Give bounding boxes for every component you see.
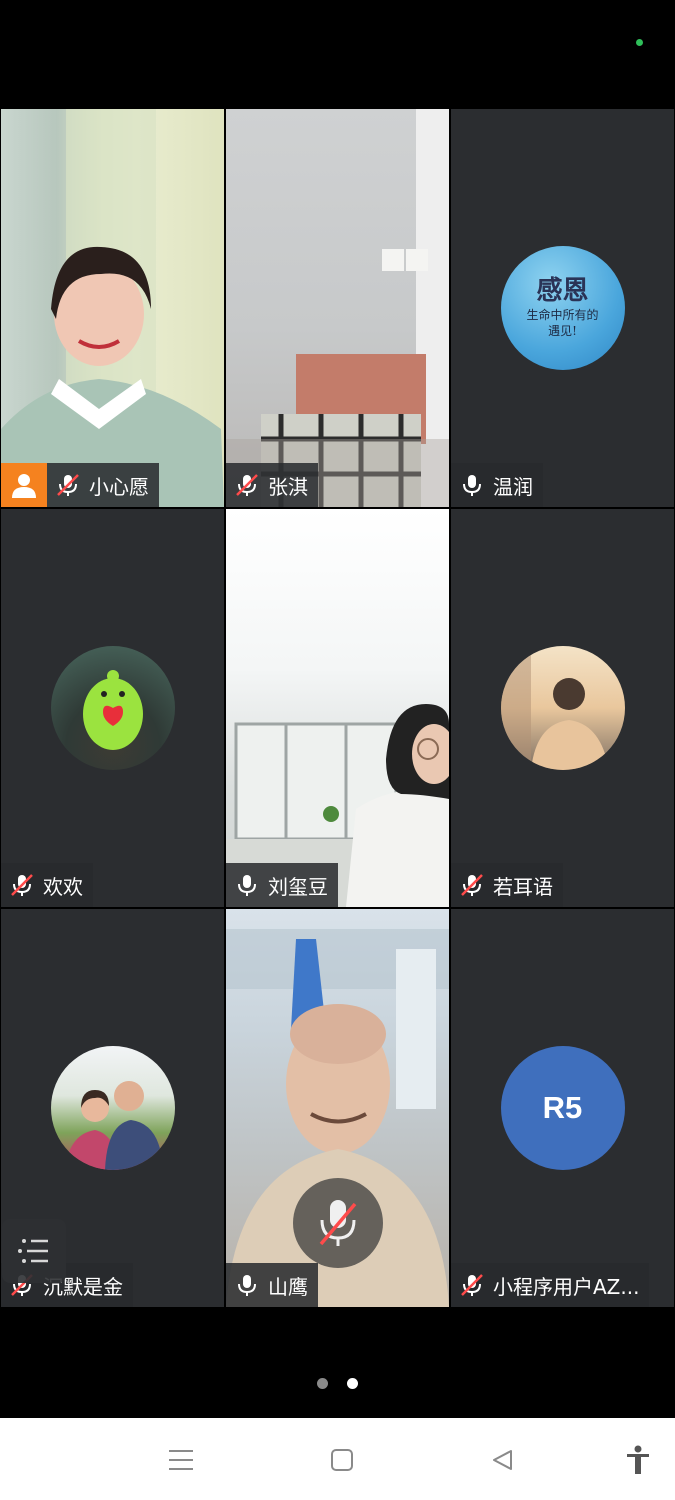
mic-icon	[463, 475, 481, 496]
participant-tile-2[interactable]: 张淇	[226, 109, 449, 507]
participant-name: 山鹰	[268, 1274, 308, 1299]
page-dot-2-current[interactable]	[347, 1378, 358, 1389]
menu-button[interactable]	[161, 1440, 201, 1480]
status-indicator-dot	[636, 39, 643, 46]
back-button[interactable]	[483, 1440, 523, 1480]
avatar	[50, 646, 175, 770]
avatar-initials: R5	[500, 1046, 625, 1170]
participant-tile-1[interactable]: 小心愿	[1, 109, 224, 507]
participant-name: 若耳语	[493, 874, 553, 899]
participant-tile-6[interactable]: 若耳语	[451, 509, 674, 907]
mic-muted-icon	[461, 1274, 483, 1296]
participant-nameplate: 欢欢	[1, 863, 93, 907]
back-triangle-icon	[493, 1450, 512, 1470]
participant-tile-4[interactable]: 欢欢	[1, 509, 224, 907]
avatar	[500, 646, 625, 770]
participant-name: 小心愿	[89, 474, 149, 499]
home-button[interactable]	[322, 1440, 362, 1480]
accessibility-icon	[627, 1445, 649, 1474]
participant-nameplate: 小心愿	[47, 463, 159, 507]
participant-nameplate: 刘玺豆	[226, 863, 338, 907]
video-feed	[226, 509, 449, 907]
couple-photo-image	[64, 1081, 163, 1170]
page-indicator	[0, 1378, 675, 1389]
home-square-icon	[331, 1449, 353, 1471]
participant-nameplate: 温润	[451, 463, 543, 507]
green-toy-image	[82, 670, 143, 750]
person-icon	[12, 474, 36, 498]
participant-nameplate: 若耳语	[451, 863, 563, 907]
list-icon	[18, 1239, 48, 1263]
system-navigation-bar	[0, 1418, 675, 1500]
avatar: 感恩 生命中所有的 遇见!	[500, 246, 625, 370]
floating-mic-toggle[interactable]	[293, 1178, 383, 1268]
participant-nameplate: 山鹰	[226, 1263, 318, 1307]
video-feed	[1, 109, 224, 507]
participant-name: 欢欢	[43, 874, 83, 899]
avatar	[50, 1046, 175, 1170]
mic-muted-icon	[11, 874, 33, 896]
participant-tile-5[interactable]: 刘玺豆	[226, 509, 449, 907]
avatar-title: 感恩	[536, 275, 589, 306]
participant-nameplate: 张淇	[226, 463, 318, 507]
participant-name: 温润	[493, 474, 533, 499]
accessibility-button[interactable]	[618, 1440, 658, 1480]
mic-muted-icon	[461, 874, 483, 896]
video-grid: 小心愿 张淇 感恩 生命中所有的 遇见! 温润 欢欢 刘玺豆 若耳语 沉默是金 …	[0, 108, 675, 1308]
avatar-line-2: 遇见!	[548, 323, 577, 338]
participant-name: 张淇	[268, 474, 308, 499]
participant-name: 刘玺豆	[268, 874, 328, 899]
participant-tile-3[interactable]: 感恩 生命中所有的 遇见! 温润	[451, 109, 674, 507]
menu-icon	[169, 1450, 193, 1470]
mic-muted-icon	[236, 474, 258, 496]
mic-muted-icon	[57, 474, 79, 496]
participant-tile-9[interactable]: R5 小程序用户AZ...	[451, 909, 674, 1307]
participant-list-button[interactable]	[2, 1219, 66, 1283]
avatar-line-1: 生命中所有的	[526, 307, 599, 322]
host-badge	[1, 463, 47, 507]
woman-at-sunset-image	[500, 646, 609, 770]
page-dot-1[interactable]	[317, 1378, 328, 1389]
mic-muted-icon	[319, 1200, 357, 1246]
participant-name: 小程序用户AZ...	[493, 1274, 640, 1299]
participant-nameplate: 小程序用户AZ...	[451, 1263, 650, 1307]
mic-icon	[238, 1275, 256, 1296]
video-feed	[226, 109, 449, 507]
mic-icon	[238, 875, 256, 896]
